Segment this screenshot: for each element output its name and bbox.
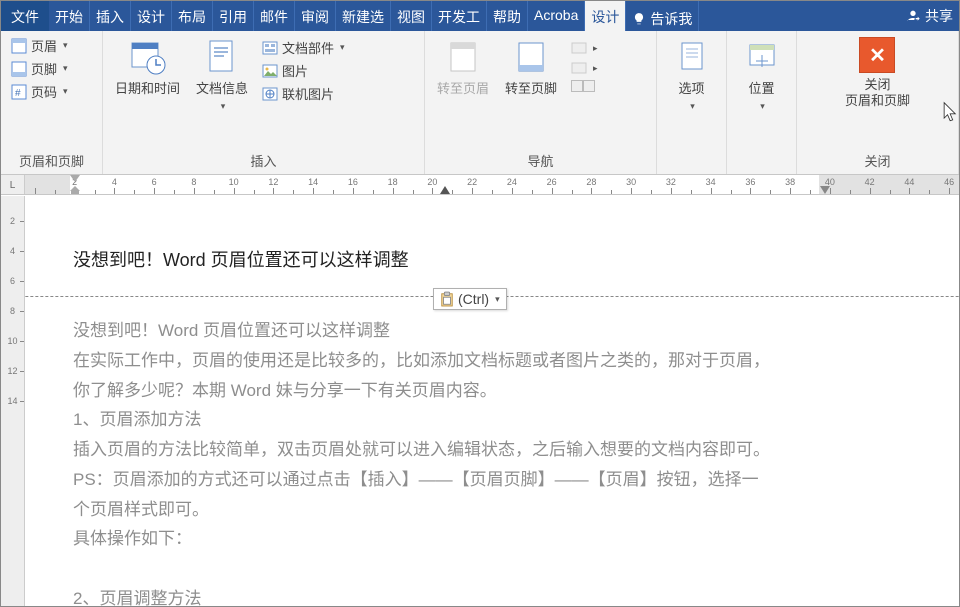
body-line: 插入页眉的方法比较简单，双击页眉处就可以进入编辑状态，之后输入想要的文档内容即可… [73,435,869,465]
body-line: 你了解多少呢？本期 Word 妹与分享一下有关页眉内容。 [73,376,869,406]
group-label-close: 关闭 [797,149,958,174]
tab-1[interactable]: 插入 [90,1,131,31]
hanging-indent[interactable] [70,186,80,194]
lightbulb-icon [632,12,646,26]
date-time-button[interactable]: 日期和时间 [109,35,186,99]
chevron-down-icon: ▾ [495,294,500,305]
position-icon [742,37,782,77]
paste-options-button[interactable]: (Ctrl)▾ [433,288,507,310]
tab-12[interactable]: 设计 [585,1,626,31]
svg-text:#: # [15,88,21,99]
date-time-icon [128,37,168,77]
vertical-ruler[interactable]: 2468101214 [1,196,25,606]
quick-parts-button[interactable]: 文档部件▾ [258,37,349,58]
body-line: PS：页眉添加的方式还可以通过点击【插入】——【页眉页脚】——【页眉】按钮，选择… [73,465,869,495]
position-button[interactable]: 位置▾ [736,35,788,114]
options-button[interactable]: 选项▾ [666,35,718,114]
tab-8[interactable]: 视图 [391,1,432,31]
link-prev-button: ▸ [567,39,602,57]
tab-9[interactable]: 开发工 [432,1,487,31]
online-picture-button[interactable]: 联机图片 [258,83,349,104]
ribbon-tabs: 文件 开始插入设计布局引用邮件审阅新建选视图开发工帮助Acroba设计 告诉我 … [1,1,959,31]
tab-selector[interactable]: L [1,175,25,195]
tab-7[interactable]: 新建选 [336,1,391,31]
tab-4[interactable]: 引用 [213,1,254,31]
footer-icon [11,61,27,77]
tab-5[interactable]: 邮件 [254,1,295,31]
header-text[interactable]: 没想到吧！Word 页眉位置还可以这样调整 [73,246,849,276]
body-line: 1、页眉添加方法 [73,405,869,435]
goto-header-icon [443,37,483,77]
quick-parts-icon [262,40,278,56]
doc-info-icon [202,37,242,77]
tab-10[interactable]: 帮助 [487,1,528,31]
body-line: 个页眉样式即可。 [73,495,869,525]
close-icon: ✕ [859,37,895,73]
tab-stop[interactable] [440,186,450,194]
share-button[interactable]: 共享 [899,1,959,31]
share-icon [905,8,921,24]
header-button[interactable]: 页眉▾ [7,35,72,56]
page-number-icon: # [11,84,27,100]
goto-footer-icon [511,37,551,77]
footer-button[interactable]: 页脚▾ [7,58,72,79]
right-indent[interactable] [820,186,830,194]
tab-0[interactable]: 开始 [49,1,90,31]
link-same-button [567,79,602,93]
share-label: 共享 [925,6,953,26]
link-next-button: ▸ [567,59,602,77]
tab-3[interactable]: 布局 [172,1,213,31]
goto-footer-button[interactable]: 转至页脚 [499,35,563,99]
group-label-insert: 插入 [103,149,424,174]
tab-11[interactable]: Acroba [528,1,585,31]
tell-me[interactable]: 告诉我 [626,1,699,31]
header-icon [11,38,27,54]
word-window: 文件 开始插入设计布局引用邮件审阅新建选视图开发工帮助Acroba设计 告诉我 … [0,0,960,607]
page-number-button[interactable]: # 页码▾ [7,81,72,102]
picture-icon [262,63,278,79]
tell-me-label: 告诉我 [650,9,692,29]
body-line: 没想到吧！Word 页眉位置还可以这样调整 [73,316,869,346]
tab-6[interactable]: 审阅 [295,1,336,31]
body-line: 具体操作如下： [73,524,869,554]
goto-header-button: 转至页眉 [431,35,495,99]
options-icon [672,37,712,77]
clipboard-icon [440,291,454,307]
body-line [73,554,869,584]
first-line-indent[interactable] [70,175,80,182]
ribbon: 页眉▾ 页脚▾ # 页码▾ 页眉和页脚 [1,31,959,175]
group-label-nav: 导航 [425,149,656,174]
doc-info-button[interactable]: 文档信息▾ [190,35,254,114]
document-body[interactable]: 没想到吧！Word 页眉位置还可以这样调整在实际工作中，页眉的使用还是比较多的，… [73,316,869,606]
group-label-header-footer: 页眉和页脚 [1,149,102,174]
body-line: 在实际工作中，页眉的使用还是比较多的，比如添加文档标题或者图片之类的，那对于页眉… [73,346,869,376]
body-line: 2、页眉调整方法 [73,584,869,606]
tab-file[interactable]: 文件 [1,1,49,31]
online-picture-icon [262,86,278,102]
tab-2[interactable]: 设计 [131,1,172,31]
horizontal-ruler[interactable]: L 24681012141618202224262830323436384042… [1,175,959,195]
picture-button[interactable]: 图片 [258,60,349,81]
close-header-footer-button[interactable]: ✕ 关闭页眉和页脚 [839,35,916,110]
cursor-icon [942,101,960,125]
document-page[interactable]: 没想到吧！Word 页眉位置还可以这样调整 (Ctrl)▾ 没想到吧！Word … [25,196,959,606]
